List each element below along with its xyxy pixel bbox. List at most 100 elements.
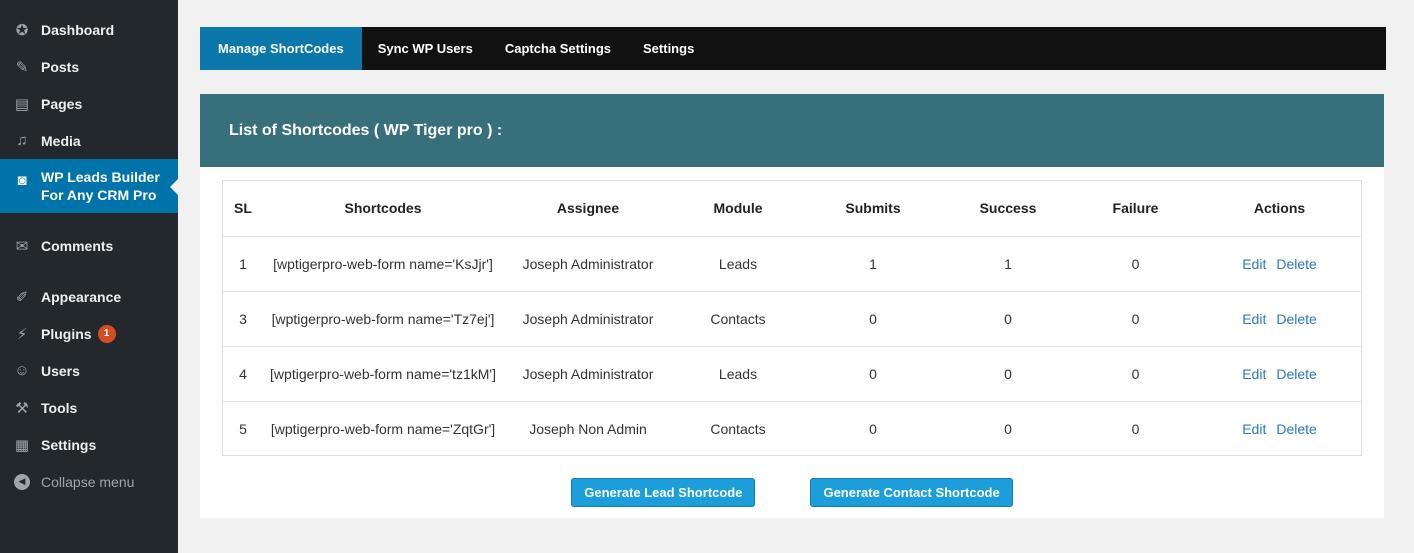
cell-module: Contacts	[673, 290, 803, 346]
sidebar-item-users[interactable]: ☺ Users	[0, 352, 178, 389]
sidebar-item-tools[interactable]: ⚒ Tools	[0, 389, 178, 426]
table-row: 1 [wptigerpro-web-form name='KsJjr'] Jos…	[223, 235, 1361, 291]
cell-actions: Edit Delete	[1198, 235, 1361, 291]
collapse-menu-button[interactable]: ◀ Collapse menu	[0, 463, 178, 500]
cell-module: Leads	[673, 345, 803, 401]
delete-link[interactable]: Delete	[1276, 311, 1316, 327]
cell-failure: 0	[1073, 345, 1198, 401]
cell-sl: 5	[223, 400, 263, 456]
sidebar-item-label: Users	[41, 362, 80, 379]
edit-link[interactable]: Edit	[1242, 311, 1266, 327]
column-header-shortcodes: Shortcodes	[344, 200, 422, 217]
table-header-row: SL Shortcodes Assignee Module Submits Su…	[223, 181, 1361, 236]
brush-icon: ✐	[15, 288, 29, 306]
edit-link[interactable]: Edit	[1242, 256, 1266, 272]
sidebar-item-label: Comments	[41, 237, 114, 254]
cell-assignee: Joseph Administrator	[503, 345, 673, 401]
sidebar-item-settings[interactable]: ▦ Settings	[0, 426, 178, 463]
cell-shortcode: [wptigerpro-web-form name='tz1kM']	[263, 345, 503, 401]
cell-failure: 0	[1073, 400, 1198, 456]
tab-sync-wp-users[interactable]: Sync WP Users	[362, 27, 489, 70]
sidebar-item-pages[interactable]: ▤ Pages	[0, 85, 178, 122]
sidebar-item-posts[interactable]: ✎ Posts	[0, 48, 178, 85]
sidebar-item-wp-leads-builder[interactable]: ◙ WP Leads Builder For Any CRM Pro	[0, 159, 178, 213]
update-count-badge: 1	[97, 324, 116, 343]
edit-link[interactable]: Edit	[1242, 366, 1266, 382]
cell-submits: 0	[803, 400, 943, 456]
cell-success: 1	[943, 235, 1073, 291]
column-header-success: Success	[979, 200, 1037, 217]
sidebar-item-label: Media	[41, 132, 81, 149]
admin-sidebar: ✪ Dashboard ✎ Posts ▤ Pages ♫ Media ◙ WP…	[0, 0, 178, 553]
sidebar-item-label: Pages	[41, 95, 83, 112]
tab-bar: Manage ShortCodes Sync WP Users Captcha …	[200, 27, 1386, 70]
sidebar-item-label: Plugins	[41, 325, 92, 342]
panel-title: List of Shortcodes ( WP Tiger pro ) :	[200, 94, 1384, 167]
media-icon: ♫	[16, 132, 28, 149]
settings-icon: ▦	[14, 436, 30, 454]
comment-icon: ✉	[15, 237, 29, 255]
tab-settings[interactable]: Settings	[627, 27, 710, 70]
delete-link[interactable]: Delete	[1276, 256, 1316, 272]
cell-module: Leads	[673, 235, 803, 291]
cell-assignee: Joseph Non Admin	[503, 400, 673, 456]
table-row: 4 [wptigerpro-web-form name='tz1kM'] Jos…	[223, 345, 1361, 401]
sidebar-item-label: Settings	[41, 436, 97, 453]
cell-submits: 0	[803, 345, 943, 401]
cell-success: 0	[943, 345, 1073, 401]
cell-actions: Edit Delete	[1198, 400, 1361, 456]
sidebar-item-media[interactable]: ♫ Media	[0, 122, 178, 159]
generate-lead-shortcode-button[interactable]: Generate Lead Shortcode	[571, 478, 756, 507]
column-header-assignee: Assignee	[556, 200, 620, 217]
pin-icon: ✎	[15, 58, 29, 76]
cell-submits: 0	[803, 290, 943, 346]
generate-contact-shortcode-button[interactable]: Generate Contact Shortcode	[810, 478, 1013, 507]
delete-link[interactable]: Delete	[1276, 366, 1316, 382]
cell-shortcode: [wptigerpro-web-form name='ZqtGr']	[263, 400, 503, 456]
cell-actions: Edit Delete	[1198, 345, 1361, 401]
dashboard-icon: ✪	[15, 21, 29, 39]
sidebar-item-label: Dashboard	[41, 21, 115, 38]
cell-actions: Edit Delete	[1198, 290, 1361, 346]
cell-sl: 3	[223, 290, 263, 346]
sidebar-item-label: Posts	[41, 58, 80, 75]
sidebar-item-label: Appearance	[41, 288, 122, 305]
cell-success: 0	[943, 400, 1073, 456]
shortcodes-table: SL Shortcodes Assignee Module Submits Su…	[222, 180, 1362, 456]
cell-submits: 1	[803, 235, 943, 291]
plug-icon: ⚡	[16, 325, 28, 343]
table-row: 3 [wptigerpro-web-form name='Tz7ej'] Jos…	[223, 290, 1361, 346]
cell-failure: 0	[1073, 235, 1198, 291]
sidebar-item-comments[interactable]: ✉ Comments	[0, 227, 178, 264]
cell-shortcode: [wptigerpro-web-form name='KsJjr']	[263, 235, 503, 291]
tab-manage-shortcodes[interactable]: Manage ShortCodes	[200, 27, 362, 70]
cell-failure: 0	[1073, 290, 1198, 346]
cell-sl: 4	[223, 345, 263, 401]
column-header-module: Module	[713, 200, 763, 217]
cell-shortcode: [wptigerpro-web-form name='Tz7ej']	[263, 290, 503, 346]
edit-link[interactable]: Edit	[1242, 421, 1266, 437]
sidebar-item-plugins[interactable]: ⚡ Plugins 1	[0, 315, 178, 352]
sidebar-item-label: Tools	[41, 399, 78, 416]
cell-sl: 1	[223, 235, 263, 291]
tab-captcha-settings[interactable]: Captcha Settings	[489, 27, 627, 70]
camera-icon: ◙	[17, 171, 27, 189]
cell-module: Contacts	[673, 400, 803, 456]
cell-assignee: Joseph Administrator	[503, 235, 673, 291]
collapse-menu-label: Collapse menu	[41, 473, 135, 490]
cell-assignee: Joseph Administrator	[503, 290, 673, 346]
action-buttons: Generate Lead Shortcode Generate Contact…	[200, 478, 1384, 507]
table-row: 5 [wptigerpro-web-form name='ZqtGr'] Jos…	[223, 400, 1361, 456]
sidebar-item-dashboard[interactable]: ✪ Dashboard	[0, 11, 178, 48]
collapse-icon: ◀	[11, 472, 33, 492]
sidebar-item-label: WP Leads Builder For Any CRM Pro	[41, 169, 160, 203]
shortcodes-panel: List of Shortcodes ( WP Tiger pro ) : SL…	[200, 94, 1384, 518]
column-header-sl: SL	[234, 200, 252, 217]
delete-link[interactable]: Delete	[1276, 421, 1316, 437]
sidebar-item-appearance[interactable]: ✐ Appearance	[0, 278, 178, 315]
column-header-submits: Submits	[845, 200, 901, 217]
column-header-failure: Failure	[1112, 200, 1159, 217]
pages-icon: ▤	[14, 95, 30, 113]
wrench-icon: ⚒	[15, 399, 29, 417]
cell-success: 0	[943, 290, 1073, 346]
